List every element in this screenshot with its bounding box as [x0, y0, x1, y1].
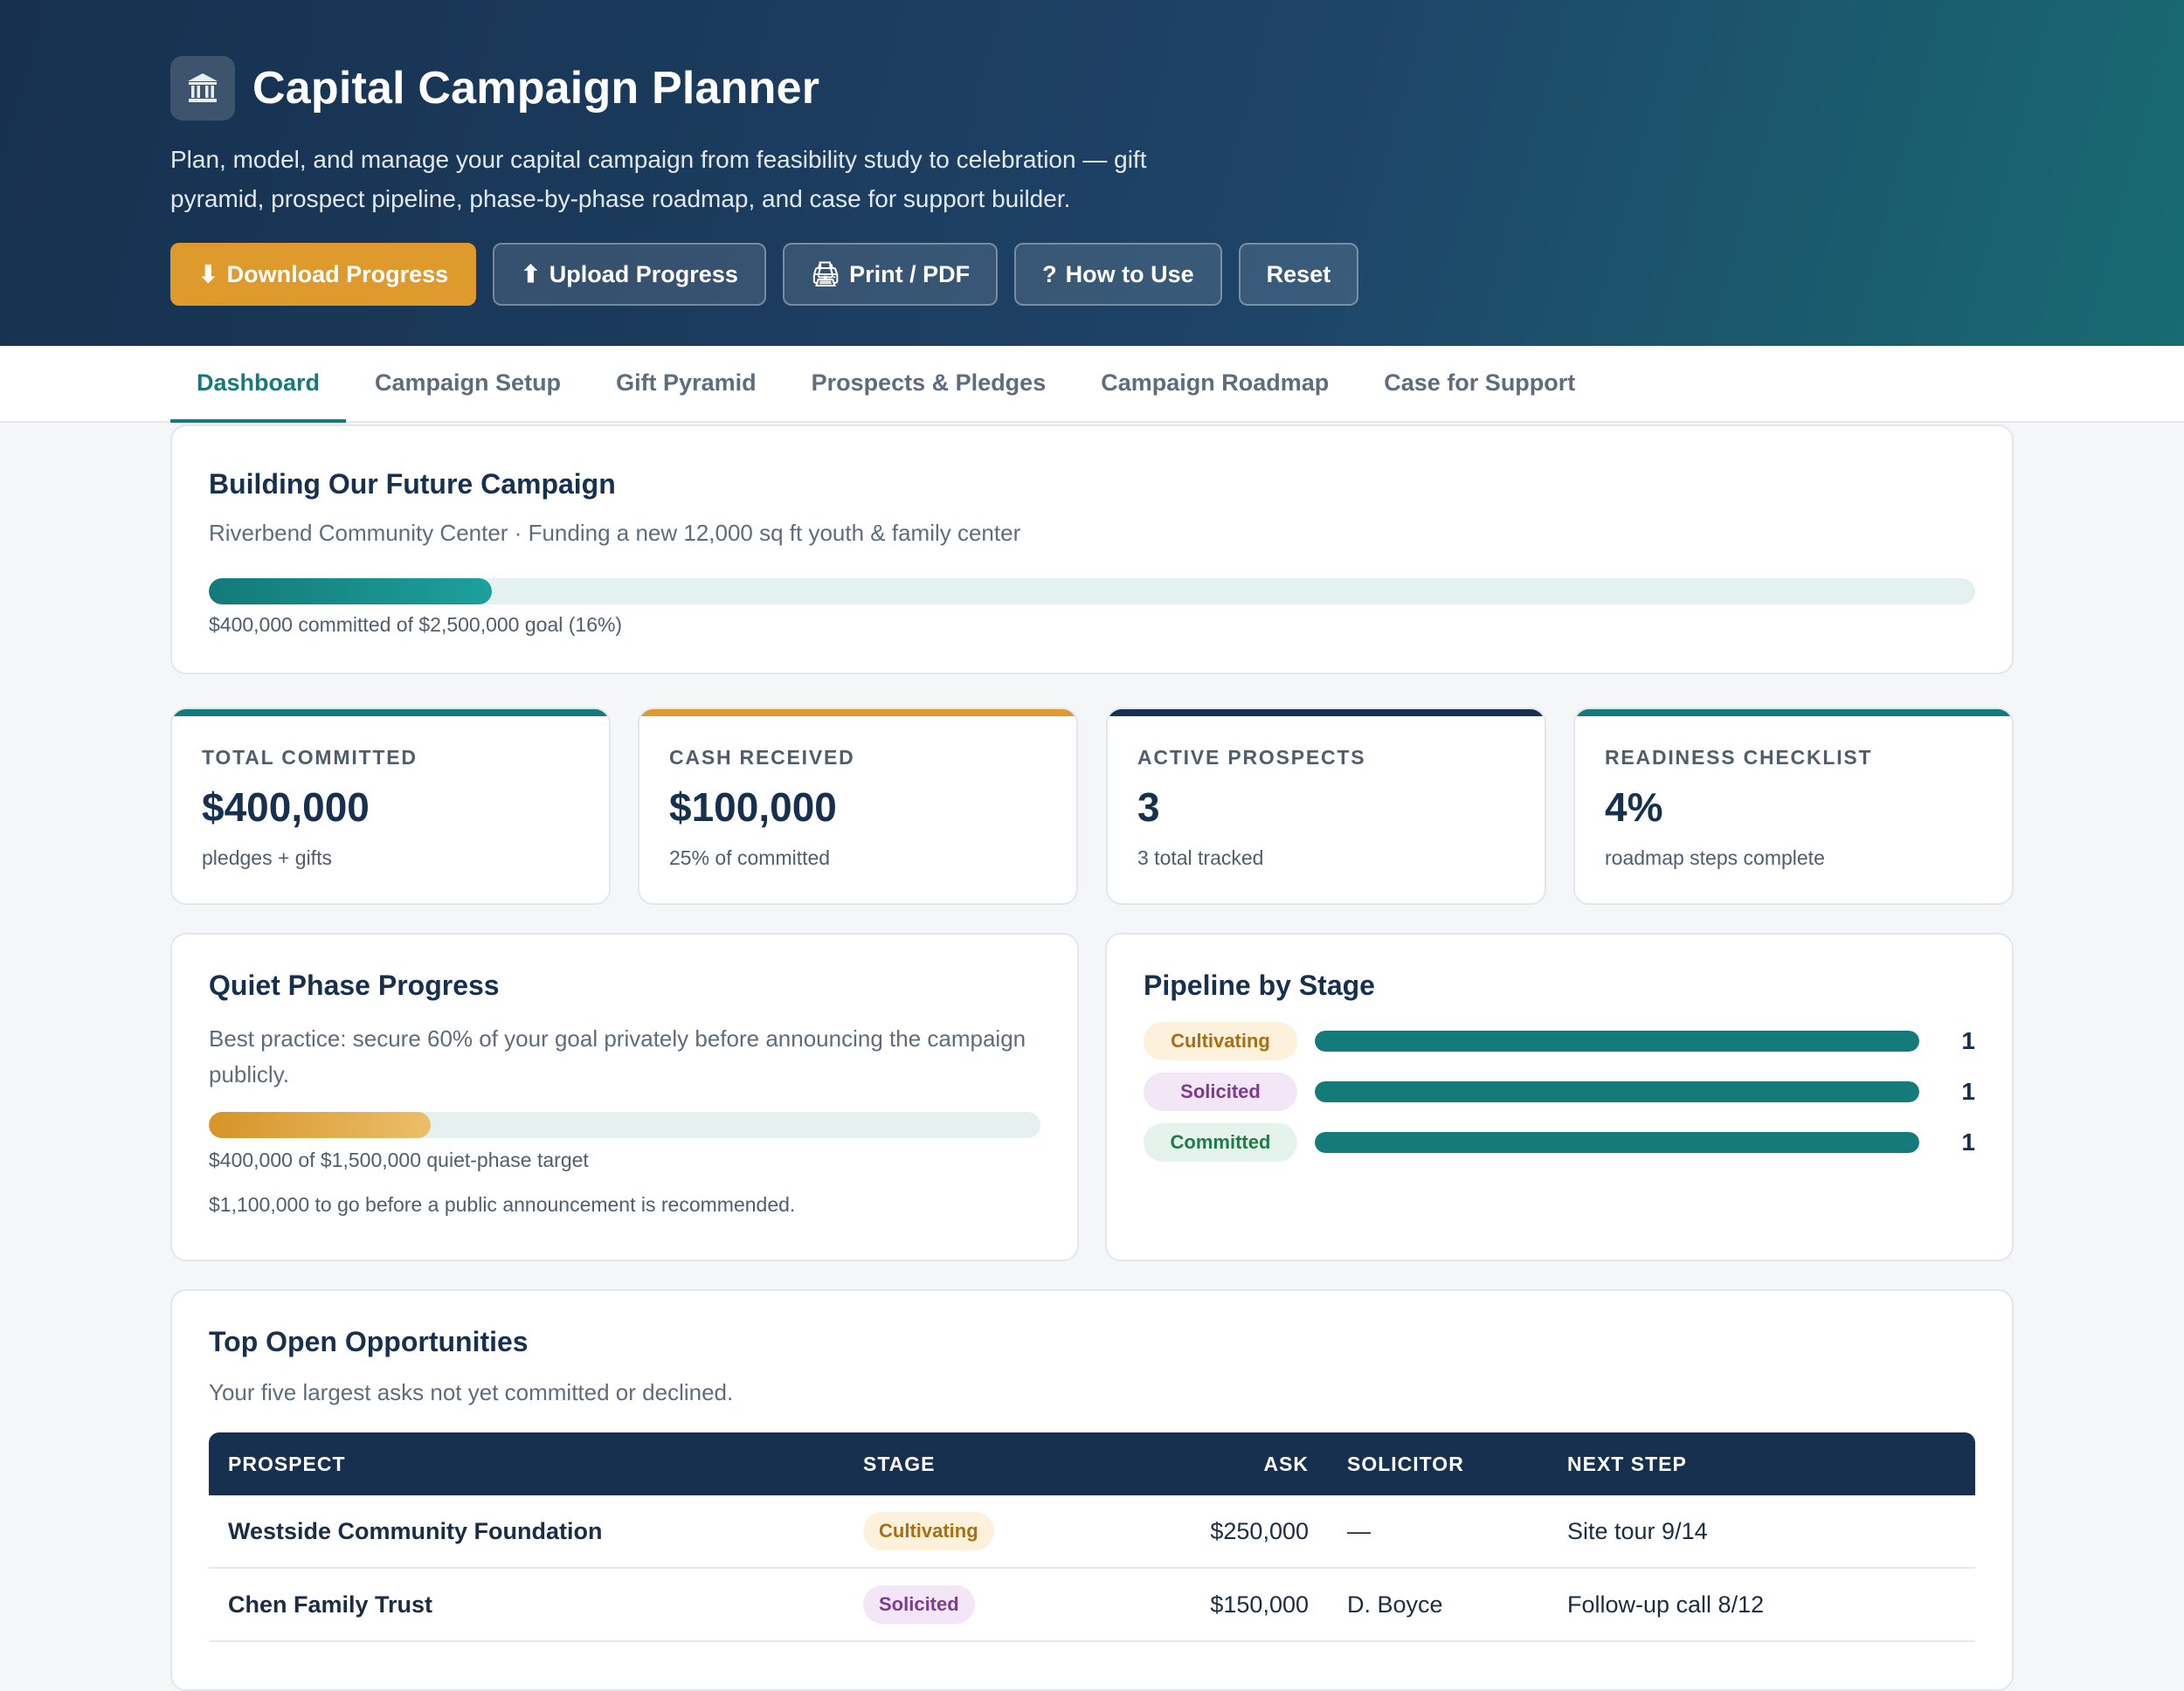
- pipeline-bar-fill: [1315, 1031, 1919, 1052]
- ask-amount: $150,000: [1210, 1591, 1309, 1618]
- quiet-phase-card: Quiet Phase Progress Best practice: secu…: [170, 933, 1079, 1261]
- pipeline-bar-fill: [1315, 1132, 1919, 1153]
- download-icon: ⬇: [198, 260, 218, 287]
- campaign-subtitle: Riverbend Community Center · Funding a n…: [209, 520, 1021, 546]
- stage-pill-solicited: Solicited: [863, 1585, 975, 1624]
- download-progress-button[interactable]: ⬇ Download Progress: [170, 243, 477, 306]
- pipeline-bar: [1315, 1132, 1919, 1153]
- pipeline-row-solicited: Solicited 1: [1144, 1072, 1975, 1112]
- stage-cell: Solicited: [863, 1585, 1055, 1624]
- upload-icon: ⬆: [521, 260, 541, 287]
- reset-button[interactable]: Reset: [1238, 243, 1359, 306]
- stat-note: 25% of committed: [669, 846, 831, 869]
- printer-icon: 🖨: [810, 261, 841, 287]
- pipeline-card: Pipeline by Stage Cultivating 1 Solicite…: [1105, 933, 2014, 1261]
- stat-note: roadmap steps complete: [1605, 846, 1825, 869]
- prospect-name: Chen Family Trust: [228, 1591, 433, 1618]
- quiet-phase-progress-fill: [209, 1112, 432, 1138]
- stat-value: $100,000: [669, 784, 837, 830]
- column-header-stage[interactable]: STAGE: [863, 1453, 1055, 1476]
- column-header-next-step[interactable]: NEXT STEP: [1567, 1453, 1975, 1476]
- prospect-name: Westside Community Foundation: [228, 1517, 603, 1544]
- stat-value: 4%: [1605, 784, 1663, 830]
- pipeline-title: Pipeline by Stage: [1144, 970, 1375, 1001]
- app-subtitle: Plan, model, and manage your capital cam…: [170, 146, 1147, 212]
- stat-card-readiness-checklist: READINESS CHECKLIST 4% roadmap steps com…: [1573, 707, 2014, 905]
- tab-gift-pyramid[interactable]: Gift Pyramid: [590, 346, 783, 423]
- stat-label: READINESS CHECKLIST: [1605, 746, 1873, 769]
- quiet-phase-caption: $400,000 of $1,500,000 quiet-phase targe…: [209, 1149, 589, 1171]
- column-header-solicitor[interactable]: SOLICITOR: [1317, 1453, 1567, 1476]
- pipeline-bar-fill: [1315, 1081, 1919, 1102]
- stat-note: pledges + gifts: [202, 846, 332, 869]
- stat-label: ACTIVE PROSPECTS: [1137, 746, 1366, 769]
- quiet-phase-title: Quiet Phase Progress: [209, 970, 500, 1001]
- campaign-progress-bar: [209, 578, 1975, 604]
- quiet-phase-description: Best practice: secure 60% of your goal p…: [209, 1025, 1026, 1087]
- ask-amount: $250,000: [1210, 1517, 1309, 1544]
- stage-pill-solicited: Solicited: [1144, 1073, 1297, 1111]
- tab-prospects-pledges[interactable]: Prospects & Pledges: [785, 346, 1073, 423]
- table-row[interactable]: Westside Community Foundation Cultivatin…: [209, 1495, 1975, 1569]
- print-pdf-button[interactable]: 🖨 Print / PDF: [782, 243, 999, 306]
- pipeline-rows: Cultivating 1 Solicited 1 Committed 1: [1144, 1021, 1975, 1163]
- question-icon: ?: [1042, 260, 1057, 287]
- stat-label: TOTAL COMMITTED: [202, 746, 418, 769]
- next-step: Follow-up call 8/12: [1567, 1591, 1765, 1618]
- app-title: Capital Campaign Planner: [252, 63, 820, 114]
- stage-pill-committed: Committed: [1144, 1123, 1297, 1162]
- campaign-progress-fill: [209, 578, 492, 604]
- how-to-use-label: How to Use: [1065, 260, 1194, 287]
- campaign-progress-caption: $400,000 committed of $2,500,000 goal (1…: [209, 613, 623, 636]
- how-to-use-button[interactable]: ? How to Use: [1014, 243, 1222, 306]
- column-header-ask[interactable]: ASK: [1055, 1453, 1317, 1476]
- header-banner: Capital Campaign Planner Plan, model, an…: [0, 0, 2184, 346]
- quiet-phase-progress-bar: [209, 1112, 1040, 1138]
- print-pdf-label: Print / PDF: [849, 260, 971, 287]
- stat-note: 3 total tracked: [1137, 846, 1264, 869]
- table-row[interactable]: Chen Family Trust Solicited $150,000 D. …: [209, 1569, 1975, 1642]
- pipeline-count: 1: [1961, 1078, 1975, 1105]
- reset-label: Reset: [1266, 260, 1331, 287]
- stat-card-active-prospects: ACTIVE PROSPECTS 3 3 total tracked: [1106, 707, 1546, 905]
- column-header-prospect[interactable]: PROSPECT: [209, 1453, 863, 1476]
- stat-value: 3: [1137, 784, 1160, 830]
- stage-cell: Cultivating: [863, 1512, 1055, 1550]
- download-progress-label: Download Progress: [226, 260, 449, 287]
- pipeline-count: 1: [1961, 1128, 1975, 1156]
- upload-progress-label: Upload Progress: [549, 260, 738, 287]
- campaign-name: Building Our Future Campaign: [209, 468, 616, 500]
- stage-pill-cultivating: Cultivating: [863, 1512, 994, 1550]
- tab-case-for-support[interactable]: Case for Support: [1358, 346, 1601, 423]
- stat-value: $400,000: [202, 784, 370, 830]
- pipeline-row-cultivating: Cultivating 1: [1144, 1021, 1975, 1061]
- tab-bar: Dashboard Campaign Setup Gift Pyramid Pr…: [0, 346, 2184, 423]
- campaign-summary-card: Building Our Future Campaign Riverbend C…: [170, 424, 2014, 674]
- solicitor: D. Boyce: [1347, 1591, 1443, 1618]
- opportunities-title: Top Open Opportunities: [209, 1326, 529, 1357]
- action-toolbar: ⬇ Download Progress ⬆ Upload Progress 🖨 …: [170, 243, 2014, 306]
- tab-campaign-roadmap[interactable]: Campaign Roadmap: [1075, 346, 1355, 423]
- next-step: Site tour 9/14: [1567, 1517, 1708, 1544]
- stage-pill-cultivating: Cultivating: [1144, 1022, 1297, 1060]
- table-header: PROSPECT STAGE ASK SOLICITOR NEXT STEP: [209, 1432, 1975, 1495]
- pipeline-bar: [1315, 1081, 1919, 1102]
- solicitor: —: [1347, 1517, 1371, 1544]
- stat-card-cash-received: CASH RECEIVED $100,000 25% of committed: [638, 707, 1078, 905]
- stat-label: CASH RECEIVED: [669, 746, 855, 769]
- pipeline-row-committed: Committed 1: [1144, 1122, 1975, 1163]
- quiet-phase-remaining: $1,100,000 to go before a public announc…: [209, 1193, 796, 1216]
- opportunities-table: PROSPECT STAGE ASK SOLICITOR NEXT STEP W…: [209, 1432, 1975, 1642]
- upload-progress-button[interactable]: ⬆ Upload Progress: [493, 243, 766, 306]
- top-opportunities-card: Top Open Opportunities Your five largest…: [170, 1289, 2014, 1691]
- opportunities-description: Your five largest asks not yet committed…: [209, 1379, 734, 1405]
- title-row: Capital Campaign Planner: [170, 56, 2014, 121]
- tab-campaign-setup[interactable]: Campaign Setup: [349, 346, 587, 423]
- bank-building-icon: [170, 56, 235, 121]
- pipeline-count: 1: [1961, 1027, 1975, 1054]
- pipeline-bar: [1315, 1031, 1919, 1052]
- stat-card-total-committed: TOTAL COMMITTED $400,000 pledges + gifts: [170, 707, 611, 905]
- tab-dashboard[interactable]: Dashboard: [170, 346, 347, 423]
